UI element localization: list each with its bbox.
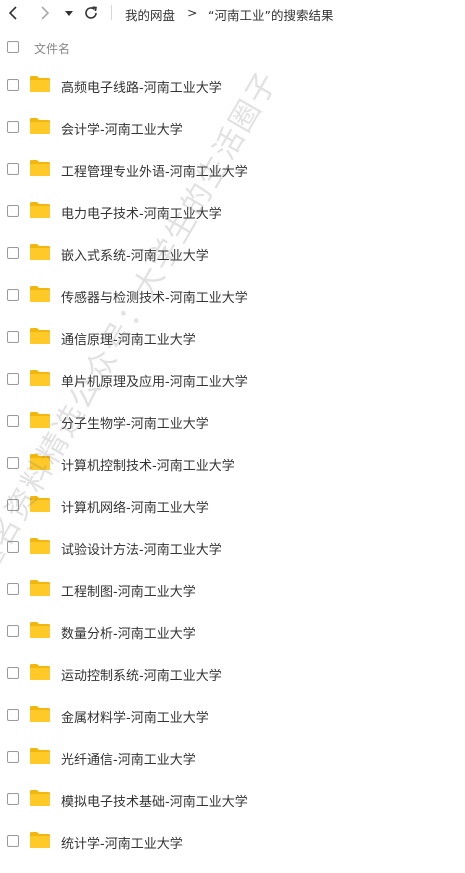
file-name[interactable]: 工程管理专业外语-河南工业大学: [61, 161, 248, 180]
list-item[interactable]: 数量分析-河南工业大学: [0, 610, 465, 652]
row-checkbox[interactable]: [7, 79, 19, 91]
breadcrumb-separator: >: [187, 5, 198, 20]
file-name[interactable]: 数量分析-河南工业大学: [61, 623, 196, 642]
refresh-icon[interactable]: [82, 4, 100, 22]
row-checkbox[interactable]: [7, 667, 19, 679]
file-name[interactable]: 电力电子技术-河南工业大学: [61, 203, 222, 222]
list-item[interactable]: 工程管理专业外语-河南工业大学: [0, 148, 465, 190]
breadcrumb-root[interactable]: 我的网盘: [125, 5, 175, 24]
folder-icon: [29, 621, 51, 639]
row-checkbox[interactable]: [7, 415, 19, 427]
file-name[interactable]: 模拟电子技术基础-河南工业大学: [61, 791, 248, 810]
folder-icon: [29, 831, 51, 849]
row-checkbox[interactable]: [7, 457, 19, 469]
row-checkbox[interactable]: [7, 583, 19, 595]
select-all-checkbox[interactable]: [7, 41, 19, 53]
folder-icon: [29, 201, 51, 219]
row-checkbox[interactable]: [7, 247, 19, 259]
row-checkbox[interactable]: [7, 709, 19, 721]
list-item[interactable]: 试验设计方法-河南工业大学: [0, 526, 465, 568]
folder-icon: [29, 453, 51, 471]
file-list-header: 文件名: [0, 36, 465, 58]
row-checkbox[interactable]: [7, 541, 19, 553]
file-name[interactable]: 会计学-河南工业大学: [61, 119, 183, 138]
column-header-filename[interactable]: 文件名: [34, 40, 70, 57]
list-item[interactable]: 统计学-河南工业大学: [0, 820, 465, 862]
list-item[interactable]: 分子生物学-河南工业大学: [0, 400, 465, 442]
row-checkbox[interactable]: [7, 751, 19, 763]
folder-icon: [29, 327, 51, 345]
folder-icon: [29, 285, 51, 303]
folder-icon: [29, 495, 51, 513]
list-item[interactable]: 模拟电子技术基础-河南工业大学: [0, 778, 465, 820]
folder-icon: [29, 537, 51, 555]
list-item[interactable]: 运动控制系统-河南工业大学: [0, 652, 465, 694]
file-name[interactable]: 计算机网络-河南工业大学: [61, 497, 209, 516]
file-name[interactable]: 分子生物学-河南工业大学: [61, 413, 209, 432]
row-checkbox[interactable]: [7, 163, 19, 175]
list-item[interactable]: 嵌入式系统-河南工业大学: [0, 232, 465, 274]
folder-icon: [29, 705, 51, 723]
folder-icon: [29, 789, 51, 807]
list-item[interactable]: 通信原理-河南工业大学: [0, 316, 465, 358]
breadcrumb-current: “河南工业”的搜索结果: [208, 8, 334, 23]
folder-icon: [29, 117, 51, 135]
folder-icon: [29, 369, 51, 387]
list-item[interactable]: 传感器与检测技术-河南工业大学: [0, 274, 465, 316]
navigation-bar: 我的网盘 > “河南工业”的搜索结果: [0, 0, 465, 26]
list-item[interactable]: 高频电子线路-河南工业大学: [0, 64, 465, 106]
list-item[interactable]: 金属材料学-河南工业大学: [0, 694, 465, 736]
file-name[interactable]: 高频电子线路-河南工业大学: [61, 77, 222, 96]
row-checkbox[interactable]: [7, 793, 19, 805]
folder-icon: [29, 243, 51, 261]
row-checkbox[interactable]: [7, 331, 19, 343]
caret-down-icon[interactable]: [62, 6, 76, 20]
folder-icon: [29, 579, 51, 597]
file-name[interactable]: 工程制图-河南工业大学: [61, 581, 196, 600]
row-checkbox[interactable]: [7, 625, 19, 637]
list-item[interactable]: 计算机网络-河南工业大学: [0, 484, 465, 526]
list-item[interactable]: 电力电子技术-河南工业大学: [0, 190, 465, 232]
row-checkbox[interactable]: [7, 289, 19, 301]
row-checkbox[interactable]: [7, 499, 19, 511]
folder-icon: [29, 747, 51, 765]
file-name[interactable]: 运动控制系统-河南工业大学: [61, 665, 222, 684]
row-checkbox[interactable]: [7, 373, 19, 385]
file-name[interactable]: 统计学-河南工业大学: [61, 833, 183, 852]
file-name[interactable]: 金属材料学-河南工业大学: [61, 707, 209, 726]
row-checkbox[interactable]: [7, 835, 19, 847]
chevron-right-icon[interactable]: [35, 4, 53, 22]
file-name[interactable]: 单片机原理及应用-河南工业大学: [61, 371, 248, 390]
list-item[interactable]: 计算机控制技术-河南工业大学: [0, 442, 465, 484]
list-item[interactable]: 会计学-河南工业大学: [0, 106, 465, 148]
file-name[interactable]: 试验设计方法-河南工业大学: [61, 539, 222, 558]
folder-icon: [29, 411, 51, 429]
folder-icon: [29, 159, 51, 177]
toolbar-divider: [111, 5, 112, 20]
folder-icon: [29, 663, 51, 681]
list-item[interactable]: 单片机原理及应用-河南工业大学: [0, 358, 465, 400]
row-checkbox[interactable]: [7, 121, 19, 133]
file-name[interactable]: 光纤通信-河南工业大学: [61, 749, 196, 768]
file-name[interactable]: 计算机控制技术-河南工业大学: [61, 455, 235, 474]
file-name[interactable]: 传感器与检测技术-河南工业大学: [61, 287, 248, 306]
row-checkbox[interactable]: [7, 205, 19, 217]
list-item[interactable]: 光纤通信-河南工业大学: [0, 736, 465, 778]
chevron-left-icon[interactable]: [5, 4, 23, 22]
file-name[interactable]: 通信原理-河南工业大学: [61, 329, 196, 348]
list-item[interactable]: 工程制图-河南工业大学: [0, 568, 465, 610]
folder-icon: [29, 75, 51, 93]
file-name[interactable]: 嵌入式系统-河南工业大学: [61, 245, 209, 264]
